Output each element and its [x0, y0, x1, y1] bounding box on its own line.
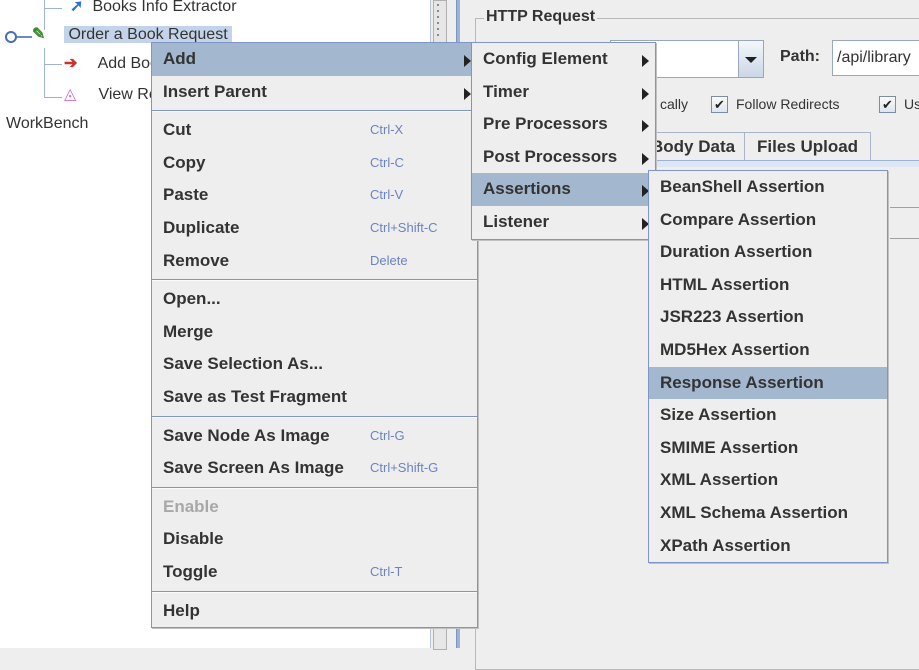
scrollbar-grip — [437, 28, 439, 30]
assertion-item-smime[interactable]: SMIME Assertion — [649, 432, 887, 465]
add-submenu: Config Element Timer Pre Processors Post… — [471, 42, 656, 240]
menu-item-disable[interactable]: Disable — [152, 523, 477, 556]
menu-item-help[interactable]: Help — [152, 595, 477, 628]
submenu-arrow-icon — [642, 87, 649, 100]
menu-separator — [152, 110, 477, 113]
scrollbar-grip — [437, 34, 439, 36]
scrollbar-grip — [437, 16, 439, 18]
menu-separator — [152, 279, 477, 282]
shortcut-label: Ctrl-X — [370, 122, 404, 138]
follow-redirects-checkbox[interactable]: ✔ — [711, 96, 728, 113]
keepalive-checkbox[interactable]: ✔ — [879, 96, 896, 113]
assertion-item-size[interactable]: Size Assertion — [649, 399, 887, 432]
menu-item-enable: Enable — [163, 496, 219, 516]
menu-item-duplicate[interactable]: Duplicate Ctrl+Shift-C — [152, 212, 477, 245]
assertions-submenu: BeanShell Assertion Compare Assertion Du… — [648, 170, 888, 564]
menu-item-add[interactable]: Add — [152, 43, 477, 76]
tree-connector — [44, 8, 62, 9]
menu-item-save-selection-as[interactable]: Save Selection As... — [152, 348, 477, 381]
menu-item-save-node-as-image[interactable]: Save Node As Image Ctrl-G — [152, 420, 477, 453]
tree-connector — [44, 64, 62, 65]
context-menu: Add Insert Parent Cut Ctrl-X Copy Ctrl-C P… — [151, 42, 478, 629]
path-label: Path: — [780, 48, 820, 65]
submenu-arrow-icon — [464, 55, 471, 67]
submenu-item-config-element[interactable]: Config Element — [472, 43, 655, 76]
submenu-item-post-processors[interactable]: Post Processors — [472, 141, 655, 174]
submenu-item-assertions[interactable]: Assertions — [472, 173, 655, 206]
shortcut-label: Ctrl+Shift-C — [370, 219, 438, 235]
panel-title: HTTP Request — [484, 8, 598, 26]
submenu-item-pre-processors[interactable]: Pre Processors — [472, 108, 655, 141]
assertion-arrow-icon: ➔ — [64, 55, 78, 72]
menu-separator — [152, 486, 477, 489]
assertion-item-xml-schema[interactable]: XML Schema Assertion — [649, 497, 887, 530]
assertion-item-html[interactable]: HTML Assertion — [649, 269, 887, 302]
submenu-arrow-icon — [642, 120, 649, 133]
scrollbar-grip — [437, 10, 439, 12]
menu-item-insert-parent[interactable]: Insert Parent — [152, 76, 477, 109]
graph-listener-icon: ◬ — [64, 86, 77, 103]
tab-files-upload[interactable]: Files Upload — [744, 132, 872, 161]
submenu-item-timer[interactable]: Timer — [472, 76, 655, 109]
shortcut-label: Ctrl-T — [370, 563, 403, 579]
keepalive-label: Us — [904, 96, 919, 112]
tree-item-workbench[interactable]: WorkBench — [6, 113, 88, 135]
follow-redirects-label: Follow Redirects — [736, 96, 840, 112]
shortcut-label: Ctrl+Shift-G — [370, 460, 439, 476]
shortcut-label: Ctrl-C — [370, 154, 404, 170]
menu-item-open[interactable]: Open... — [152, 283, 477, 316]
scrollbar-grip — [437, 4, 439, 6]
regex-extractor-icon: ➚ — [70, 0, 84, 15]
assertion-item-xml[interactable]: XML Assertion — [649, 464, 887, 497]
assertion-item-response[interactable]: Response Assertion — [649, 366, 887, 400]
pipette-sampler-icon: ✎ — [32, 26, 46, 43]
method-dropdown-button[interactable] — [738, 40, 764, 78]
submenu-arrow-icon — [464, 87, 471, 100]
tree-item-books-info-extractor[interactable]: ➚ Books Info Extractor — [70, 0, 237, 18]
menu-item-merge[interactable]: Merge — [152, 316, 477, 349]
assertion-item-jsr223[interactable]: JSR223 Assertion — [649, 301, 887, 334]
shortcut-label: Ctrl-G — [370, 427, 405, 443]
menu-item-save-as-test-fragment[interactable]: Save as Test Fragment — [152, 381, 477, 414]
submenu-arrow-icon — [642, 55, 649, 67]
redirect-auto-label: cally — [660, 96, 689, 112]
submenu-item-listener[interactable]: Listener — [472, 206, 655, 239]
tree-connector — [44, 97, 62, 98]
assertion-item-duration[interactable]: Duration Assertion — [649, 236, 887, 269]
menu-separator — [152, 415, 477, 418]
table-row-divider — [890, 238, 919, 239]
tree-expand-handle-icon[interactable] — [5, 31, 17, 43]
shortcut-label: Ctrl-V — [370, 187, 404, 203]
menu-item-copy[interactable]: Copy Ctrl-C — [152, 147, 477, 180]
menu-item-remove[interactable]: Remove Delete — [152, 245, 477, 278]
path-input[interactable]: /api/library — [832, 40, 919, 76]
menu-separator — [152, 590, 477, 593]
assertion-item-md5hex[interactable]: MD5Hex Assertion — [649, 334, 887, 367]
menu-item-save-screen-as-image[interactable]: Save Screen As Image Ctrl+Shift-G — [152, 452, 477, 485]
assertion-item-beanshell[interactable]: BeanShell Assertion — [649, 171, 887, 204]
menu-item-cut[interactable]: Cut Ctrl-X — [152, 114, 477, 147]
assertion-item-compare[interactable]: Compare Assertion — [649, 204, 887, 237]
menu-item-paste[interactable]: Paste Ctrl-V — [152, 179, 477, 212]
scrollbar-grip — [437, 22, 439, 24]
assertion-item-xpath[interactable]: XPath Assertion — [649, 530, 887, 563]
menu-item-toggle[interactable]: Toggle Ctrl-T — [152, 556, 477, 589]
submenu-arrow-icon — [642, 152, 649, 165]
shortcut-label: Delete — [370, 252, 408, 268]
table-row-divider — [890, 207, 919, 208]
tree-connector — [44, 48, 45, 98]
